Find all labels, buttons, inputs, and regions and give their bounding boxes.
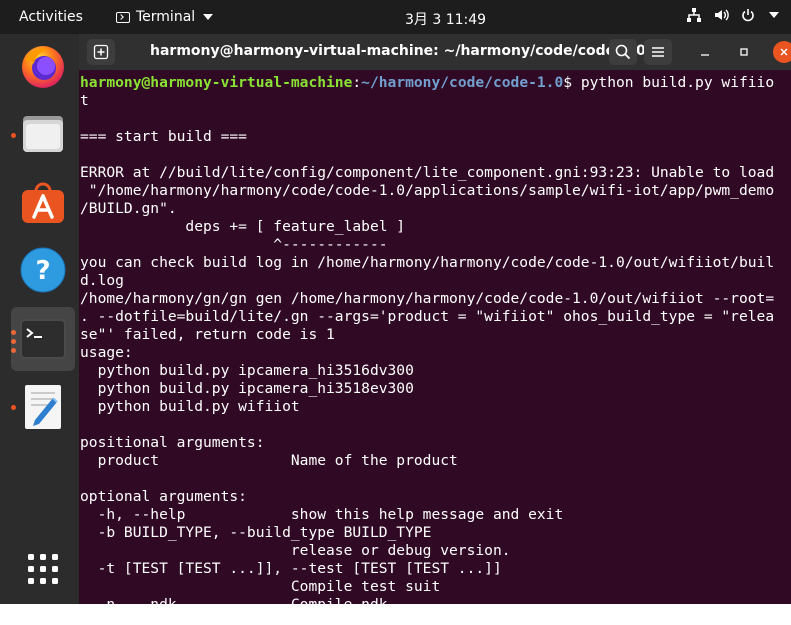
output-line: . --dotfile=build/lite/.gn --args='produ… xyxy=(80,308,775,325)
output-line: t xyxy=(80,92,89,109)
output-line: se"' failed, return code is 1 xyxy=(80,326,335,343)
output-line: release or debug version. xyxy=(80,542,511,559)
output-line: python build.py ipcamera_hi3516dv300 xyxy=(80,362,414,379)
output-line: usage: xyxy=(80,344,133,361)
search-button[interactable] xyxy=(609,39,637,65)
chevron-down-icon[interactable] xyxy=(769,12,779,18)
output-lines: t === start build === ERROR at //build/lit… xyxy=(80,92,791,604)
dock-item-software[interactable] xyxy=(13,172,73,232)
terminal-app-icon xyxy=(116,11,130,23)
app-grid-icon xyxy=(28,554,58,584)
output-line: "/home/harmony/harmony/code/code-1.0/app… xyxy=(80,182,775,199)
prompt-path: ~/harmony/code/code-1.0 xyxy=(361,74,564,91)
output-line: ERROR at //build/lite/config/component/l… xyxy=(80,164,775,181)
dock-item-terminal[interactable] xyxy=(11,307,75,371)
output-line: -n, --ndk Compile ndk xyxy=(80,596,791,604)
dock: ? xyxy=(0,34,79,604)
output-line: -b BUILD_TYPE, --build_type BUILD_TYPE xyxy=(80,524,432,541)
volume-icon[interactable] xyxy=(713,7,729,23)
maximize-icon xyxy=(740,48,748,56)
svg-text:?: ? xyxy=(35,256,50,286)
output-line: d.log xyxy=(80,272,124,289)
software-icon xyxy=(22,182,64,223)
prompt-separator: : xyxy=(352,74,362,91)
output-line: python build.py wifiiot xyxy=(80,398,300,415)
new-tab-icon xyxy=(93,44,109,60)
menu-button[interactable] xyxy=(644,39,672,65)
app-menu-label: Terminal xyxy=(136,9,196,25)
system-tray[interactable] xyxy=(686,7,779,23)
terminal-window: harmony@harmony-virtual-machine: ~/harmo… xyxy=(79,34,791,604)
dock-item-files[interactable] xyxy=(13,104,73,164)
output-line: deps += [ feature_label ] xyxy=(80,218,406,235)
search-icon xyxy=(615,44,631,60)
dock-item-help[interactable]: ? xyxy=(13,240,73,300)
output-line: /home/harmony/gn/gn gen /home/harmony/ha… xyxy=(80,290,775,307)
power-icon[interactable] xyxy=(740,7,756,23)
dock-item-text-editor[interactable] xyxy=(13,377,73,437)
close-icon xyxy=(780,48,788,56)
window-titlebar[interactable]: harmony@harmony-virtual-machine: ~/harmo… xyxy=(79,34,791,70)
dock-item-firefox[interactable] xyxy=(13,36,73,96)
clock[interactable]: 3月 3 11:49 xyxy=(405,9,486,29)
output-line: -t [TEST [TEST ...]], --test [TEST [TEST… xyxy=(80,560,502,577)
output-line: python build.py ipcamera_hi3518ev300 xyxy=(80,380,414,397)
files-icon xyxy=(23,116,63,152)
prompt-line: harmony@harmony-virtual-machine:~/harmon… xyxy=(80,74,791,92)
window-title: harmony@harmony-virtual-machine: ~/harmo… xyxy=(150,43,646,59)
maximize-button[interactable] xyxy=(734,42,754,62)
text-editor-icon xyxy=(25,385,61,429)
bottom-strip xyxy=(0,604,791,625)
output-line: /BUILD.gn". xyxy=(80,200,177,217)
terminal-output[interactable]: harmony@harmony-virtual-machine:~/harmon… xyxy=(80,74,791,604)
minimize-icon xyxy=(701,54,709,56)
output-line: Compile test suit xyxy=(80,578,441,595)
help-icon: ? xyxy=(20,247,66,293)
top-bar: Activities Terminal 3月 3 11:49 xyxy=(0,0,791,34)
dock-item-show-apps[interactable] xyxy=(13,539,73,599)
output-line: -h, --help show this help message and ex… xyxy=(80,506,564,523)
output-line: optional arguments: xyxy=(80,488,247,505)
activities-button[interactable]: Activities xyxy=(19,9,83,25)
firefox-icon xyxy=(22,46,64,88)
minimize-button[interactable] xyxy=(695,42,715,62)
output-line: ^------------ xyxy=(80,236,388,253)
hamburger-icon xyxy=(652,47,664,57)
chevron-down-icon xyxy=(203,14,214,20)
output-line: === start build === xyxy=(80,128,247,145)
output-line: positional arguments: xyxy=(80,434,265,451)
new-tab-button[interactable] xyxy=(87,39,115,65)
app-menu[interactable]: Terminal xyxy=(116,9,214,25)
network-icon[interactable] xyxy=(686,7,702,23)
terminal-icon xyxy=(20,319,66,359)
output-line: product Name of the product xyxy=(80,452,458,469)
close-button[interactable] xyxy=(773,41,791,63)
command-text: $ python build.py wifiio xyxy=(563,74,775,91)
output-line: you can check build log in /home/harmony… xyxy=(80,254,775,271)
prompt-user: harmony@harmony-virtual-machine xyxy=(80,74,353,91)
